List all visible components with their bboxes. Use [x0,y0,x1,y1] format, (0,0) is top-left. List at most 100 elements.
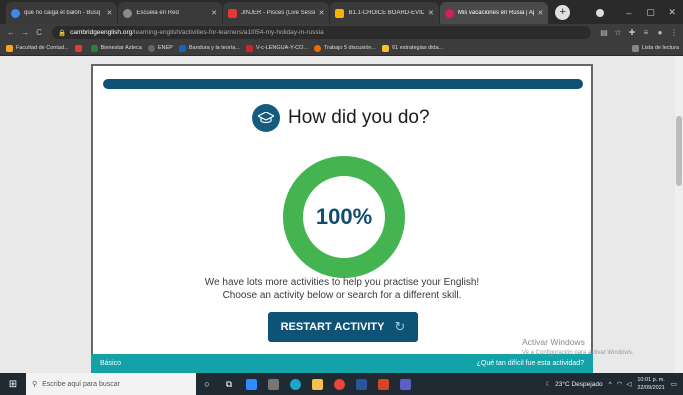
notifications-icon[interactable]: ▭ [671,380,677,388]
bookmark-label: Bandura y la teoría... [188,45,240,51]
teams-icon[interactable] [394,373,416,395]
scrollbar-thumb[interactable] [676,116,682,186]
maximize-button[interactable]: ▢ [640,7,662,18]
level-label[interactable]: Básico [100,360,121,367]
close-tab-icon[interactable]: ✕ [211,9,217,17]
taskbar-search-box[interactable]: ⚲ Escribe aquí para buscar [26,373,196,395]
reading-list-button[interactable]: Lista de lectura [631,44,679,52]
back-icon[interactable]: ← [4,28,18,37]
edge-icon[interactable] [284,373,306,395]
extensions-icon[interactable]: ✚ [625,28,639,37]
bookmark-item[interactable]: Facultad de Contad... [6,44,69,52]
reading-list-icon[interactable]: ≡ [639,28,653,37]
browser-tab-strip: que no caiga el balón - Búsq ✕ Escuela e… [0,0,683,24]
bookmark-icon [178,44,186,52]
reading-list-icon [631,44,639,52]
forward-icon[interactable]: → [18,28,32,37]
bookmark-item[interactable]: V-c-LENGUA-Y-CO... [245,44,308,52]
refresh-icon: ↻ [394,319,406,334]
bookmark-star-icon[interactable]: ☆ [611,28,625,37]
zoom-icon[interactable] [240,373,262,395]
weather-text[interactable]: 23°C Despejado [555,381,602,388]
youtube-icon [227,8,237,18]
score-percentage: 100% [315,204,373,229]
bookmark-label: 61 estrategias dida... [392,45,444,51]
file-explorer-icon[interactable] [306,373,328,395]
word-icon[interactable] [350,373,372,395]
cortana-icon[interactable]: ○ [196,373,218,395]
github-icon [147,44,155,52]
close-window-button[interactable]: ✕ [661,7,683,18]
windows-start-icon[interactable]: ⊞ [0,373,26,395]
close-tab-icon[interactable]: ✕ [107,9,113,17]
bookmark-label: Facultad de Contad... [16,45,69,51]
close-tab-icon[interactable]: ✕ [428,9,434,17]
store-icon[interactable] [262,373,284,395]
bookmark-item[interactable]: Trabajo 5 discusión... [313,44,377,52]
tray-chevron-icon[interactable]: ^ [609,381,612,388]
result-card: How did you do? 100% We have lots more a… [91,64,593,373]
lock-icon: 🔒 [58,29,67,37]
network-icon[interactable]: ◠ [617,380,623,388]
powerpoint-icon[interactable] [372,373,394,395]
bookmark-item[interactable]: ENEP [147,44,173,52]
difficulty-question[interactable]: ¿Qué tan difícil fue esta actividad? [477,360,584,367]
search-icon: ⚲ [32,381,38,388]
bookmark-label: Bienestar Azteca [100,45,142,51]
bookmark-icon [313,44,321,52]
taskbar-search-placeholder: Escribe aquí para buscar [42,380,120,388]
activate-windows-title: Activar Windows [522,337,585,347]
profile-icon[interactable] [596,9,605,17]
close-tab-icon[interactable]: ✕ [319,9,325,17]
bookmark-icon [6,44,13,52]
windows-taskbar: ⊞ ⚲ Escribe aquí para buscar ○ ⧉ ☾ 23°C … [0,373,683,395]
youtube-icon [74,44,82,52]
page-scrollbar[interactable] [675,56,683,373]
bookmark-item[interactable]: 61 estrategias dida... [382,44,444,52]
clock-date: 22/09/2021 [637,385,665,391]
bookmark-item[interactable]: Bienestar Azteca [90,44,142,52]
result-message-line2: Choose an activity below or search for a… [222,290,462,301]
tab-escuela[interactable]: Escuela en Red ✕ [118,2,222,24]
task-view-icon[interactable]: ⧉ [218,373,240,395]
clock-time: 10:01 p. m. [637,377,665,383]
restart-activity-button[interactable]: RESTART ACTIVITY ↻ [268,312,418,342]
bookmark-item[interactable] [74,44,85,52]
tab-label: que no caiga el balón - Búsq [24,10,101,16]
tab-choice-board[interactable]: B1.1-CHOICE BOARD-EVIDEN ✕ [330,2,439,24]
tab-label: JINJER - Pisces (Live Session) [240,10,315,16]
tab-label: Mis vacaciones en Rusia | Ap [457,10,534,16]
page-viewport: How did you do? 100% We have lots more a… [0,56,683,373]
bookmark-label: Trabajo 5 discusión... [323,45,377,51]
reload-icon[interactable]: C [32,28,46,37]
volume-icon[interactable]: ◁ [626,380,631,388]
tab-label: Escuela en Red [136,10,179,16]
minimize-button[interactable]: – [618,8,640,18]
new-tab-button[interactable]: + [555,5,571,20]
bookmark-icon [90,44,98,52]
bookmark-label: ENEP [157,45,173,51]
reading-list-label: Lista de lectura [641,45,679,51]
avatar[interactable]: ● [653,28,667,37]
graduation-cap-icon [252,104,280,132]
tab-search[interactable]: que no caiga el balón - Búsq ✕ [6,2,118,24]
menu-icon[interactable]: ⋮ [667,28,681,37]
translate-icon[interactable]: ▤ [597,28,611,37]
globe-icon [123,8,133,18]
close-tab-icon[interactable]: ✕ [538,9,544,17]
tab-youtube[interactable]: JINJER - Pisces (Live Session) ✕ [222,2,330,24]
address-bar-row: ← → C 🔒 cambridgeenglish.org /learning-e… [0,24,683,41]
url-input[interactable]: 🔒 cambridgeenglish.org /learning-english… [52,26,591,39]
bookmark-icon [245,44,253,52]
activity-footer-strip: Básico ¿Qué tan difícil fue esta activid… [91,354,593,373]
cambridge-shield-icon [444,8,454,18]
bookmark-icon [382,44,390,52]
google-icon [11,8,20,18]
tab-mis-vacaciones[interactable]: Mis vacaciones en Rusia | Ap ✕ [439,2,549,24]
result-message-line1: We have lots more activities to help you… [204,277,480,288]
clock[interactable]: 10:01 p. m. 22/09/2021 [637,376,665,392]
progress-bar [103,79,583,89]
bookmark-item[interactable]: Bandura y la teoría... [178,44,240,52]
chrome-icon[interactable] [328,373,350,395]
system-tray: ☾ 23°C Despejado ^ ◠ ◁ 10:01 p. m. 22/09… [545,376,683,392]
